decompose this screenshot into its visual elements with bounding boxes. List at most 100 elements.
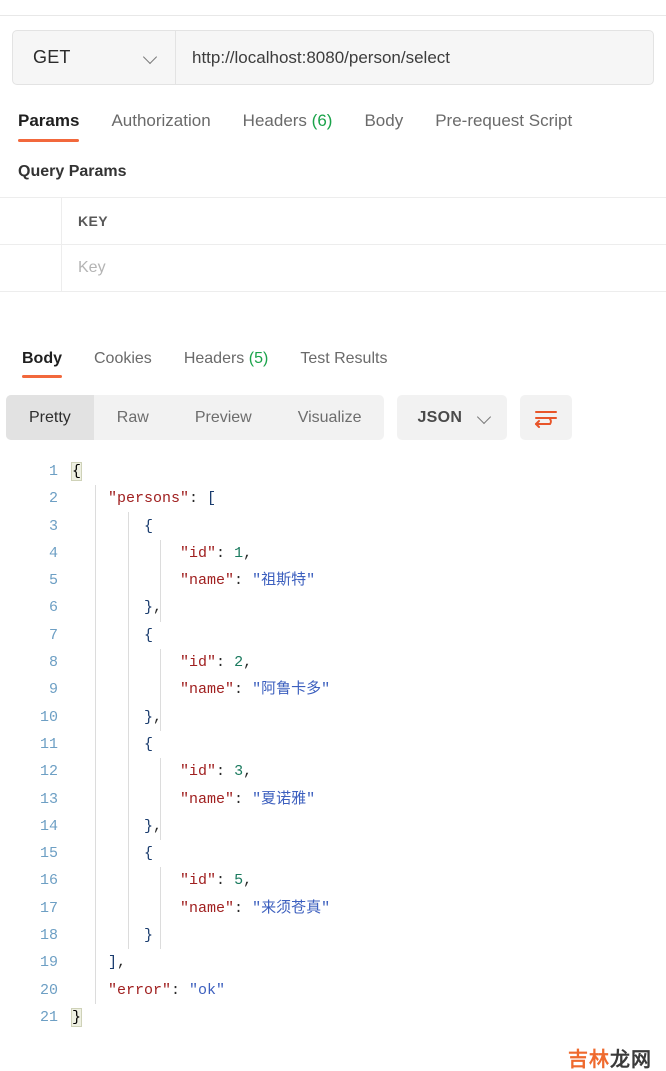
- response-tab-test-results[interactable]: Test Results: [300, 350, 387, 378]
- chevron-down-icon: [478, 411, 491, 424]
- code-line: 11 {: [0, 731, 666, 758]
- response-tab-body[interactable]: Body: [22, 350, 62, 378]
- code-token: "id": [180, 654, 217, 672]
- code-line-content: "name": "阿鲁卡多": [72, 676, 666, 703]
- code-token: "persons": [108, 490, 190, 508]
- line-number: 18: [39, 927, 58, 945]
- http-method-label: GET: [33, 47, 71, 67]
- line-number: 7: [48, 626, 58, 644]
- code-token: "来须苍真": [252, 899, 331, 917]
- code-token: 5: [234, 872, 244, 890]
- http-method-selector[interactable]: GET: [13, 31, 176, 84]
- code-line: 2 "persons": [: [0, 485, 666, 512]
- key-header-cell: KEY: [62, 198, 666, 244]
- line-number: 3: [48, 517, 58, 535]
- code-token: }: [144, 817, 154, 835]
- format-selector[interactable]: JSON: [397, 395, 508, 440]
- code-line-content: "id": 3,: [72, 758, 666, 785]
- line-number: 13: [39, 790, 58, 808]
- code-token: :: [216, 544, 235, 562]
- view-mode-raw[interactable]: Raw: [94, 395, 172, 440]
- code-token: {: [70, 462, 83, 481]
- code-token: :: [171, 981, 190, 999]
- line-number: 2: [48, 490, 58, 508]
- code-line-content: },: [72, 594, 666, 621]
- code-token: ,: [243, 544, 253, 562]
- row-checkbox-cell[interactable]: [0, 245, 62, 291]
- wrap-lines-button[interactable]: [520, 395, 573, 440]
- tab-label: Body: [364, 111, 404, 130]
- code-token: "name": [180, 790, 235, 808]
- code-line: 21}: [0, 1004, 666, 1031]
- code-token: "阿鲁卡多": [252, 681, 331, 699]
- code-line: 7 {: [0, 622, 666, 649]
- request-tab-headers[interactable]: Headers (6): [243, 111, 333, 142]
- code-line: 1{: [0, 458, 666, 485]
- line-number: 20: [39, 981, 58, 999]
- line-number: 5: [48, 572, 58, 590]
- line-number: 14: [39, 817, 58, 835]
- response-view-toolbar: Pretty Raw Preview Visualize JSON: [6, 395, 666, 440]
- query-params-title: Query Params: [18, 163, 127, 180]
- code-token: "id": [180, 544, 217, 562]
- code-line: 16 "id": 5,: [0, 867, 666, 894]
- line-number: 15: [39, 845, 58, 863]
- tab-label: Body: [22, 350, 62, 367]
- line-number: 6: [48, 599, 58, 617]
- request-tab-params[interactable]: Params: [18, 111, 80, 142]
- response-tab-cookies[interactable]: Cookies: [94, 350, 152, 378]
- watermark: 吉林龙网: [568, 1043, 652, 1071]
- response-tab-headers[interactable]: Headers (5): [184, 350, 269, 378]
- code-line-content: "name": "夏诺雅": [72, 786, 666, 813]
- view-mode-visualize[interactable]: Visualize: [275, 395, 385, 440]
- line-number: 8: [48, 654, 58, 672]
- code-line: 18 }: [0, 922, 666, 949]
- key-input-cell[interactable]: Key: [62, 245, 666, 291]
- code-token: :: [234, 899, 253, 917]
- request-tab-pre-request-script[interactable]: Pre-request Script: [435, 111, 572, 142]
- code-line: 20 "error": "ok": [0, 977, 666, 1004]
- code-token: 3: [234, 763, 244, 781]
- view-mode-preview[interactable]: Preview: [172, 395, 275, 440]
- code-token: 1: [234, 544, 244, 562]
- code-line: 8 "id": 2,: [0, 649, 666, 676]
- code-token: ,: [153, 599, 163, 617]
- code-token: {: [144, 517, 154, 535]
- tab-label: Pre-request Script: [435, 111, 573, 130]
- line-number: 11: [39, 735, 58, 753]
- request-tab-authorization[interactable]: Authorization: [111, 111, 210, 142]
- code-token: ]: [108, 954, 118, 972]
- code-line-content: },: [72, 704, 666, 731]
- key-column-header: KEY: [78, 213, 108, 229]
- line-number: 12: [39, 763, 58, 781]
- code-line-content: {: [72, 513, 666, 540]
- code-token: {: [144, 735, 154, 753]
- view-mode-group: Pretty Raw Preview Visualize: [6, 395, 385, 440]
- format-label: JSON: [417, 408, 463, 426]
- code-token: "name": [180, 899, 235, 917]
- url-input[interactable]: http://localhost:8080/person/select: [176, 31, 653, 84]
- code-token: :: [216, 654, 235, 672]
- query-params-table: KEY Key: [0, 197, 666, 292]
- view-mode-pretty[interactable]: Pretty: [6, 395, 94, 440]
- code-token: "id": [180, 763, 217, 781]
- code-token: "name": [180, 681, 235, 699]
- code-token: {: [144, 626, 154, 644]
- request-tab-body[interactable]: Body: [364, 111, 403, 142]
- code-token: :: [234, 681, 253, 699]
- code-token: {: [144, 845, 154, 863]
- code-line: 5 "name": "祖斯特": [0, 567, 666, 594]
- line-number: 17: [39, 899, 58, 917]
- response-tab-bar: Body Cookies Headers (5) Test Results: [6, 350, 666, 378]
- watermark-part2: 龙网: [610, 1049, 652, 1071]
- code-line-content: {: [72, 840, 666, 867]
- code-line: 15 {: [0, 840, 666, 867]
- table-row: Key: [0, 245, 666, 292]
- request-bar: GET http://localhost:8080/person/select: [12, 30, 654, 85]
- code-line: 12 "id": 3,: [0, 758, 666, 785]
- code-line-content: "persons": [: [72, 485, 666, 512]
- code-line-content: {: [72, 622, 666, 649]
- response-body-viewer[interactable]: 1{2 "persons": [3 {4 "id": 1, 5 "name": "…: [0, 458, 666, 1031]
- code-token: }: [70, 1007, 83, 1027]
- code-token: :: [234, 790, 253, 808]
